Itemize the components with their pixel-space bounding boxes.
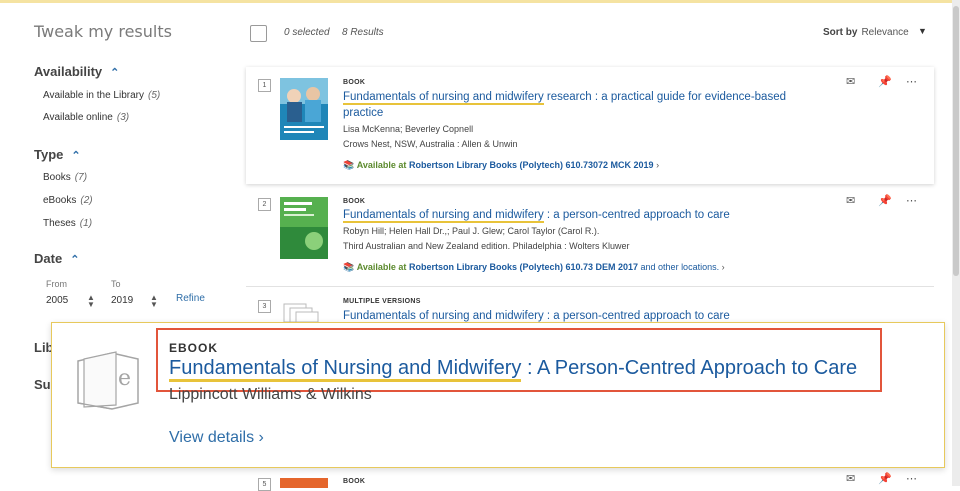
facet-item-count: (1) [79,218,93,229]
bookshelf-icon: 📚 [343,262,355,272]
facet-item-label: Available in the Library [43,90,144,101]
title-rest: : a person-centred approach to care [543,310,730,322]
chevron-up-icon[interactable]: ⌃ [71,150,80,162]
popover-type: EBOOK [169,341,219,355]
pin-icon[interactable]: 📌 [878,194,892,207]
pin-icon[interactable]: 📌 [878,472,892,485]
view-details-link[interactable]: View details › [169,429,264,447]
refine-button[interactable]: Refine [176,293,205,304]
availability-location: Robertson Library Books (Polytech) 610.7… [408,160,654,170]
scrollbar-thumb[interactable] [953,6,959,276]
result-number: 1 [258,79,271,92]
availability-status: Available at [356,262,407,272]
availability-status: Available at [356,160,407,170]
date-from-input[interactable]: 2005 [46,295,68,306]
dropdown-arrow-icon[interactable]: ▼ [918,26,927,36]
date-to-label: To [111,279,121,289]
result-authors: Robyn Hill; Helen Hall Dr.,; Paul J. Gle… [343,226,600,236]
availability-line[interactable]: 📚 Available at Robertson Library Books (… [343,160,659,171]
select-all-checkbox[interactable] [250,25,267,42]
result-number: 3 [258,300,271,313]
result-number: 5 [258,478,271,491]
result-type: BOOK [343,198,366,205]
selected-count: 0 selected [284,27,330,38]
availability-other-locations[interactable]: and other locations. [638,262,720,272]
page-scrollbar[interactable] [952,0,960,486]
result-card[interactable]: 2 BOOK Fundamentals of nursing and midwi… [246,190,934,287]
book-cover-image [280,78,328,140]
pin-icon[interactable]: 📌 [878,75,892,88]
sort-label: Sort by [823,27,858,38]
sort-value: Relevance [861,27,909,38]
result-type: BOOK [343,478,366,485]
ebook-icon: e [77,351,139,410]
facet-item-available-online[interactable]: Available online (3) [43,112,129,123]
ebook-preview-popover[interactable]: e EBOOK Fundamentals of Nursing and Midw… [51,322,945,468]
facet-availability-heading[interactable]: Availability ⌃ [34,64,119,79]
more-options-icon[interactable]: ⋯ [906,75,917,88]
chevron-up-icon[interactable]: ⌃ [70,254,79,266]
bookshelf-icon: 📚 [343,160,355,170]
result-authors: Lisa McKenna; Beverley Copnell [343,124,474,134]
result-title-link[interactable]: Fundamentals of nursing and midwifery : … [343,207,903,223]
title-rest: : a person-centred approach to care [543,209,730,221]
popover-publisher: Lippincott Williams & Wilkins [169,386,372,403]
facet-item-label: Available online [43,112,113,123]
book-cover-image [280,197,328,259]
availability-location: Robertson Library Books (Polytech) 610.7… [408,262,639,272]
email-icon[interactable]: ✉ [846,472,855,485]
result-type: MULTIPLE VERSIONS [343,298,421,305]
results-count: 8 Results [342,27,384,38]
more-options-icon[interactable]: ⋯ [906,472,917,485]
facet-date-heading[interactable]: Date ⌃ [34,251,79,266]
facet-item-theses[interactable]: Theses (1) [43,218,92,229]
title-highlight: Fundamentals of nursing and midwifery [343,209,544,223]
facet-item-books[interactable]: Books (7) [43,172,87,183]
popover-title-link[interactable]: Fundamentals of Nursing and Midwifery : … [169,357,858,382]
stepper-icon[interactable]: ▲ ▼ [150,294,158,309]
chevron-up-icon[interactable]: ⌃ [110,67,119,79]
title-highlight: Fundamentals of Nursing and Midwifery [169,357,522,382]
facet-type-label: Type [34,147,64,162]
result-publisher: Third Australian and New Zealand edition… [343,241,630,251]
more-options-icon[interactable]: ⋯ [906,194,917,207]
sidebar-title: Tweak my results [34,22,172,41]
facet-date-label: Date [34,251,63,266]
result-card[interactable]: 3 MULTIPLE VERSIONS Fundamentals of nurs… [246,292,934,324]
facet-type-heading[interactable]: Type ⌃ [34,147,81,162]
chevron-right-icon: › [656,160,660,170]
result-type: BOOK [343,79,366,86]
facet-subject-heading-clipped[interactable]: Su [34,377,51,392]
facet-item-label: Books [43,172,71,183]
email-icon[interactable]: ✉ [846,194,855,207]
book-cover-image [280,478,328,488]
result-card[interactable]: 1 BOOK Fundamentals of nursing and midwi… [246,67,934,184]
date-to-input[interactable]: 2019 [111,295,133,306]
multiple-versions-icon [283,303,319,322]
result-title-link[interactable]: Fundamentals of nursing and midwifery re… [343,89,808,121]
sort-control[interactable]: Sort by Relevance [823,27,909,38]
title-rest: : A Person-Centred Approach to Care [521,357,858,379]
date-from-label: From [46,279,67,289]
result-number: 2 [258,198,271,211]
availability-line[interactable]: 📚 Available at Robertson Library Books (… [343,262,725,273]
facet-item-count: (7) [74,172,88,183]
facet-item-label: Theses [43,218,76,229]
facet-availability-label: Availability [34,64,103,79]
result-publisher: Crows Nest, NSW, Australia : Allen & Unw… [343,139,518,149]
stepper-icon[interactable]: ▲ ▼ [87,294,95,309]
email-icon[interactable]: ✉ [846,75,855,88]
facet-item-count: (2) [80,195,93,206]
svg-text:e: e [118,366,131,391]
facet-item-available-library[interactable]: Available in the Library (5) [43,90,160,101]
result-card[interactable]: 5 BOOK ✉ 📌 ⋯ [246,472,934,491]
title-highlight: Fundamentals of nursing and midwifery [343,91,544,105]
facet-item-ebooks[interactable]: eBooks (2) [43,195,93,206]
chevron-right-icon: › [258,429,264,446]
facet-item-count: (3) [116,112,130,123]
chevron-right-icon: › [721,262,725,272]
view-details-label: View details [169,429,255,446]
facet-item-count: (5) [148,90,161,101]
facet-item-label: eBooks [43,195,77,206]
